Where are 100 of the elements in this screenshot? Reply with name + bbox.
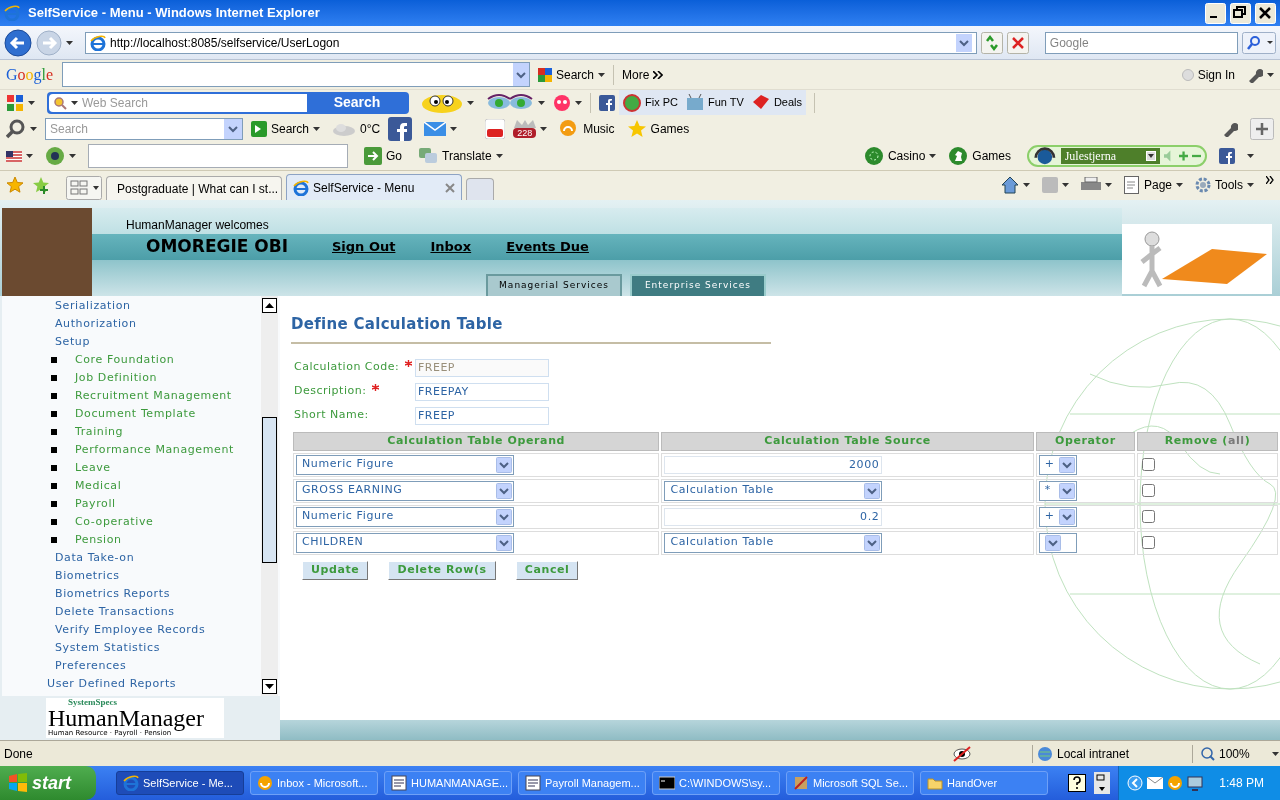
- text-field[interactable]: FREEPAY: [415, 382, 549, 401]
- caret-icon[interactable]: [30, 126, 37, 131]
- tools-menu[interactable]: Tools: [1195, 176, 1254, 194]
- zoom-button[interactable]: 100%: [1192, 744, 1279, 763]
- search-field[interactable]: [62, 62, 530, 87]
- service-tab[interactable]: Managerial Services: [486, 274, 622, 296]
- colorful-squares-icon[interactable]: [6, 93, 24, 112]
- menu-link[interactable]: Biometrics: [2, 567, 261, 585]
- operand-select[interactable]: CHILDREN: [296, 532, 514, 553]
- header-link[interactable]: Events Due: [506, 237, 589, 257]
- facebook-icon[interactable]: [388, 116, 413, 141]
- caret-icon[interactable]: [467, 100, 474, 105]
- help-icon[interactable]: [1068, 774, 1087, 792]
- browser-tab[interactable]: SelfService - Menu: [286, 174, 462, 200]
- browser-tab[interactable]: Postgraduate | What can I st...: [106, 176, 282, 200]
- toolbar-link[interactable]: Deals: [751, 93, 802, 112]
- page-menu[interactable]: Page: [1123, 176, 1183, 194]
- wrench-icon[interactable]: [1247, 66, 1263, 83]
- scroll-down-button[interactable]: [262, 679, 277, 694]
- flag-icon[interactable]: [6, 150, 22, 162]
- menu-link[interactable]: Leave: [75, 459, 111, 477]
- close-button[interactable]: [1255, 2, 1276, 24]
- menu-link[interactable]: Performance Management: [75, 441, 234, 459]
- scrollbar-thumb[interactable]: [262, 417, 277, 563]
- globe-icon[interactable]: [45, 146, 65, 166]
- start-button[interactable]: start: [0, 766, 96, 800]
- source-field[interactable]: 0.2: [664, 507, 883, 526]
- back-button[interactable]: [4, 28, 32, 57]
- menu-link[interactable]: Document Template: [75, 405, 196, 423]
- menu-link[interactable]: Setup: [2, 333, 261, 351]
- minimize-button[interactable]: [1205, 2, 1226, 24]
- casino-button[interactable]: Casino: [863, 146, 937, 166]
- remove-checkbox[interactable]: [1142, 510, 1156, 523]
- station-select[interactable]: Julestjerna: [1060, 148, 1160, 164]
- refresh-button[interactable]: [980, 31, 1003, 54]
- menu-link[interactable]: System Statistics: [2, 639, 261, 657]
- add-favorites-icon[interactable]: [32, 176, 50, 194]
- search-button[interactable]: Search: [251, 119, 310, 138]
- operand-select[interactable]: Numeric Figure: [296, 454, 514, 475]
- printer-icon[interactable]: [1080, 177, 1101, 193]
- more-button[interactable]: More: [622, 65, 664, 84]
- operand-select[interactable]: Numeric Figure: [296, 506, 514, 527]
- web-search-button[interactable]: Search: [307, 92, 407, 113]
- caret-icon[interactable]: [540, 126, 548, 131]
- toolbar-link[interactable]: Fun TV: [686, 93, 744, 112]
- menu-link[interactable]: Preferences: [2, 657, 261, 675]
- caret-icon[interactable]: [26, 154, 33, 158]
- add-button[interactable]: [1250, 117, 1274, 140]
- menu-link[interactable]: Medical: [75, 477, 122, 495]
- windows-icon[interactable]: [1094, 772, 1111, 794]
- remove-checkbox[interactable]: [1142, 536, 1156, 549]
- wrench-icon[interactable]: [1222, 120, 1238, 137]
- operator-select[interactable]: [1038, 532, 1077, 553]
- menu-link[interactable]: Delete Transactions: [2, 603, 261, 621]
- privacy-eye-icon[interactable]: [952, 745, 972, 762]
- menu-link[interactable]: Core Foundation: [75, 351, 175, 369]
- monitor-icon[interactable]: [1187, 775, 1204, 791]
- header-link[interactable]: Inbox: [430, 237, 472, 257]
- chevron-left-button[interactable]: [1127, 775, 1144, 791]
- taskbar-button[interactable]: SelfService - Me...: [116, 771, 244, 795]
- menu-link[interactable]: User Defined Reports: [2, 675, 261, 693]
- menu-link[interactable]: Job Definition: [75, 369, 158, 387]
- mail-app-icon[interactable]: [1167, 775, 1184, 791]
- home-icon[interactable]: [1000, 176, 1019, 194]
- caret-icon[interactable]: [1247, 154, 1254, 158]
- sign-in-button[interactable]: Sign In: [1181, 65, 1235, 84]
- search-button[interactable]: [1242, 31, 1276, 54]
- toolbar-link[interactable]: Music: [559, 118, 615, 139]
- search-icon[interactable]: [6, 118, 26, 139]
- taskbar-button[interactable]: Payroll Managem...: [518, 771, 646, 795]
- restore-button[interactable]: [1230, 2, 1251, 24]
- caret-icon[interactable]: [28, 100, 35, 105]
- caret-icon[interactable]: [313, 126, 321, 131]
- translate-button[interactable]: Translate: [418, 147, 503, 165]
- source-select[interactable]: Calculation Table: [664, 480, 883, 501]
- search-button[interactable]: Search: [538, 65, 595, 84]
- plus-icon[interactable]: [1178, 151, 1188, 161]
- caret-icon[interactable]: [1104, 183, 1112, 187]
- menu-link[interactable]: Verify Employee Records: [2, 621, 261, 639]
- search-field[interactable]: Google: [1044, 31, 1238, 54]
- menu-link[interactable]: Serialization: [2, 297, 261, 315]
- operator-select[interactable]: +: [1038, 506, 1077, 527]
- caret-icon[interactable]: [66, 40, 73, 45]
- remove-checkbox[interactable]: [1142, 484, 1156, 497]
- address-field[interactable]: http://localhost:8085/selfservice/UserLogon: [85, 31, 977, 54]
- taskbar-button[interactable]: HandOver: [920, 771, 1048, 795]
- remove-checkbox[interactable]: [1142, 458, 1156, 471]
- caret-icon[interactable]: [1022, 183, 1030, 187]
- go-button[interactable]: Go: [364, 147, 402, 165]
- double-chevron-icon[interactable]: [1266, 176, 1274, 184]
- source-select[interactable]: Calculation Table: [664, 532, 883, 553]
- menu-link[interactable]: Authorization: [2, 315, 261, 333]
- caret-icon[interactable]: [1267, 72, 1274, 77]
- menu-link[interactable]: Training: [75, 423, 124, 441]
- toolbar-link[interactable]: Fix PC: [623, 93, 678, 112]
- caret-icon[interactable]: [69, 154, 76, 158]
- menu-link[interactable]: Payroll: [75, 495, 116, 513]
- taskbar-button[interactable]: C:\WINDOWS\sy...: [652, 771, 780, 795]
- toolbar-link[interactable]: Games: [626, 118, 690, 139]
- menu-link[interactable]: Co-operative: [75, 513, 154, 531]
